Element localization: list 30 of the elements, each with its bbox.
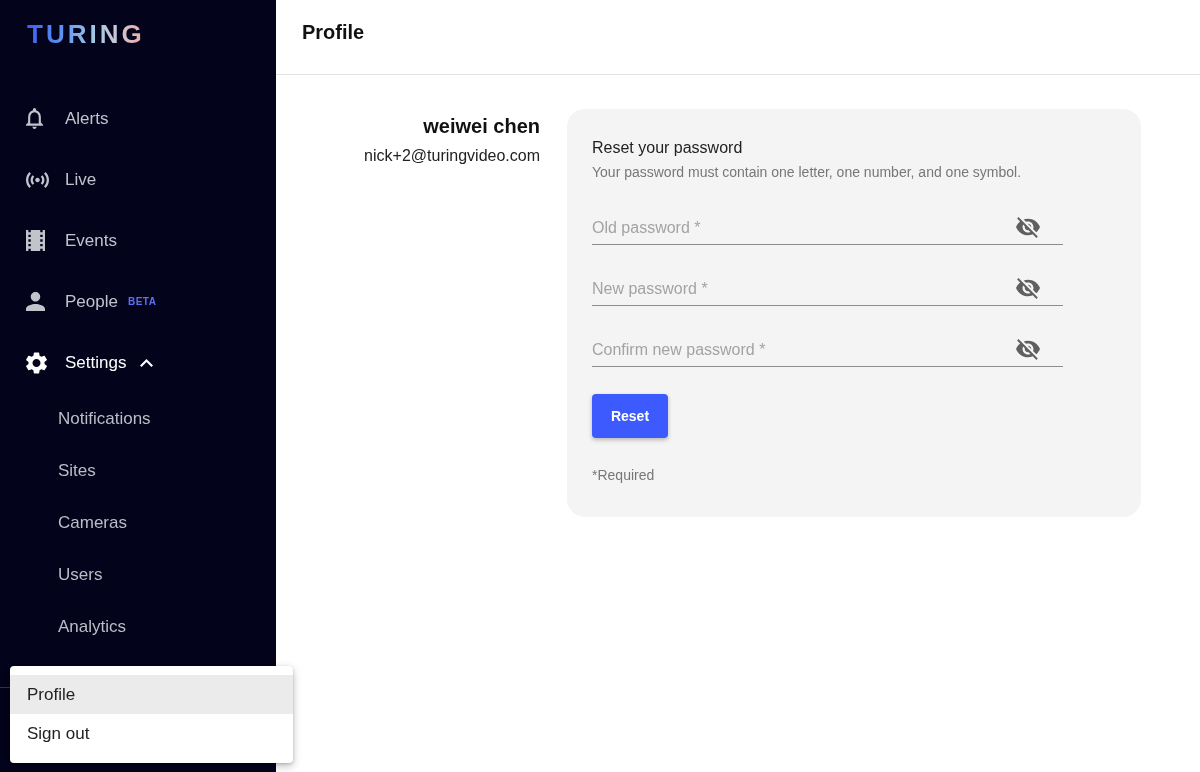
- nav-item[interactable]: Events: [26, 229, 117, 252]
- settings-icon: [26, 351, 47, 374]
- nav-item[interactable]: Settings: [26, 351, 154, 374]
- person-icon: [26, 292, 45, 311]
- menu-item[interactable]: Profile: [10, 675, 293, 714]
- nav-subitem[interactable]: Notifications: [58, 408, 151, 430]
- required-note: *Required: [592, 466, 655, 484]
- film-icon: [26, 230, 45, 251]
- nav-item[interactable]: Alerts: [26, 107, 109, 130]
- user-name: weiwei chen: [423, 114, 540, 138]
- password-field[interactable]: Confirm new password *: [592, 333, 1063, 367]
- nav-subitem[interactable]: Sites: [58, 460, 96, 482]
- broadcast-icon: [26, 171, 49, 188]
- menu-item[interactable]: Sign out: [10, 714, 293, 753]
- eye-slash-icon[interactable]: [1016, 278, 1040, 299]
- password-hint: Your password must contain one letter, one number, and one symbol.: [592, 163, 1022, 181]
- nav-subitem[interactable]: Users: [58, 564, 103, 586]
- user-email: nick+2@turingvideo.com: [364, 146, 540, 166]
- eye-slash-icon[interactable]: [1016, 217, 1040, 238]
- reset-button[interactable]: Reset: [592, 394, 668, 438]
- bell-icon: [26, 108, 43, 129]
- nav-subitem[interactable]: Cameras: [58, 512, 127, 534]
- nav-subitem[interactable]: Analytics: [58, 616, 127, 638]
- nav-item[interactable]: Live: [26, 168, 97, 191]
- beta-label: BETA: [127, 296, 157, 307]
- card-title: Reset your password: [592, 138, 743, 158]
- page-title: Profile: [302, 20, 365, 44]
- nav-item[interactable]: People: [26, 290, 118, 313]
- eye-slash-icon[interactable]: [1016, 339, 1040, 360]
- chevron-up-icon: [140, 358, 154, 367]
